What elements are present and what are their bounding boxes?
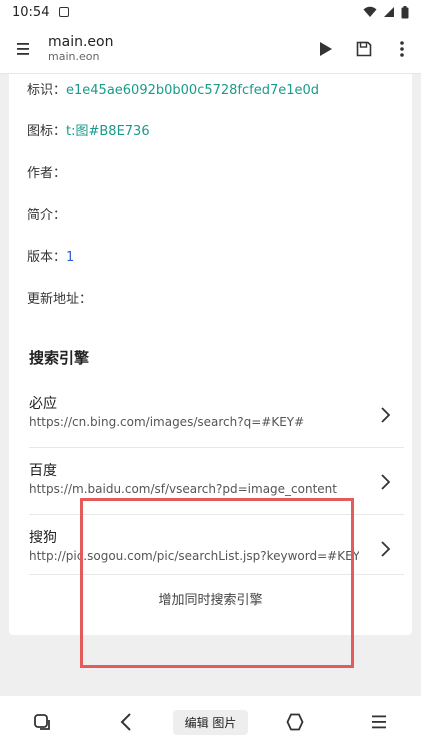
notification-app-icon bbox=[59, 7, 70, 17]
home-button[interactable] bbox=[253, 696, 337, 748]
update-url-row: 更新地址： bbox=[27, 288, 92, 307]
menu-icon bbox=[371, 715, 386, 729]
battery-icon bbox=[401, 5, 409, 18]
icon-label: 图标： bbox=[27, 124, 67, 139]
engine-url: https://m.baidu.com/sf/vsearch?pd=image_… bbox=[29, 482, 337, 496]
chevron-right-icon bbox=[381, 407, 390, 423]
page-subtitle: main.eon bbox=[48, 50, 100, 64]
menu-button[interactable] bbox=[0, 24, 48, 74]
more-vert-icon bbox=[400, 40, 404, 57]
edit-image-label: 编辑 图片 bbox=[172, 709, 249, 735]
save-icon bbox=[356, 41, 372, 56]
edit-image-button[interactable]: 编辑 图片 bbox=[168, 696, 252, 748]
run-button[interactable] bbox=[307, 24, 345, 74]
chevron-right-icon bbox=[381, 474, 390, 490]
id-value[interactable]: e1e45ae6092b0b00c5728fcfed7e1e0d bbox=[66, 83, 319, 98]
more-button[interactable] bbox=[383, 24, 421, 74]
icon-row: 图标： t:图#B8E736 bbox=[27, 120, 150, 139]
divider bbox=[29, 447, 404, 448]
app-bar: main.eon main.eon bbox=[0, 24, 421, 74]
engine-name: 百度 bbox=[29, 463, 57, 479]
search-engine-title: 搜索引擎 bbox=[29, 349, 90, 367]
version-label: 版本： bbox=[27, 250, 67, 265]
page-title: main.eon bbox=[48, 33, 114, 50]
back-icon bbox=[120, 713, 132, 731]
recent-apps-button[interactable] bbox=[0, 696, 84, 748]
status-time: 10:54 bbox=[12, 4, 50, 20]
status-bar: 10:54 bbox=[0, 0, 421, 24]
engine-url: https://cn.bing.com/images/search?q=#KEY… bbox=[29, 415, 305, 429]
update-url-label: 更新地址： bbox=[27, 292, 93, 307]
highlight-box bbox=[80, 498, 354, 668]
intro-row: 简介： bbox=[27, 204, 66, 223]
engine-name: 搜狗 bbox=[29, 530, 57, 546]
save-button[interactable] bbox=[345, 24, 383, 74]
menu-nav-button[interactable] bbox=[337, 696, 421, 748]
author-row: 作者： bbox=[27, 162, 66, 181]
intro-label: 简介： bbox=[27, 208, 67, 223]
chevron-right-icon bbox=[381, 541, 390, 557]
wifi-icon bbox=[363, 6, 377, 17]
engine-name: 必应 bbox=[29, 396, 57, 412]
id-label: 标识： bbox=[27, 83, 67, 98]
version-value[interactable]: 1 bbox=[66, 250, 74, 265]
play-icon bbox=[320, 41, 332, 56]
signal-icon bbox=[384, 7, 394, 17]
back-button[interactable] bbox=[84, 696, 168, 748]
author-label: 作者： bbox=[27, 166, 67, 181]
menu-icon bbox=[17, 42, 29, 55]
home-icon bbox=[286, 713, 304, 731]
version-row: 版本： 1 bbox=[27, 246, 74, 265]
recent-apps-icon bbox=[34, 714, 50, 730]
icon-value[interactable]: t:图#B8E736 bbox=[66, 120, 150, 139]
bottom-nav: 编辑 图片 bbox=[0, 696, 421, 748]
id-row: 标识： e1e45ae6092b0b00c5728fcfed7e1e0d bbox=[27, 79, 319, 98]
engine-item-bing[interactable]: 必应 https://cn.bing.com/images/search?q=#… bbox=[9, 385, 412, 449]
